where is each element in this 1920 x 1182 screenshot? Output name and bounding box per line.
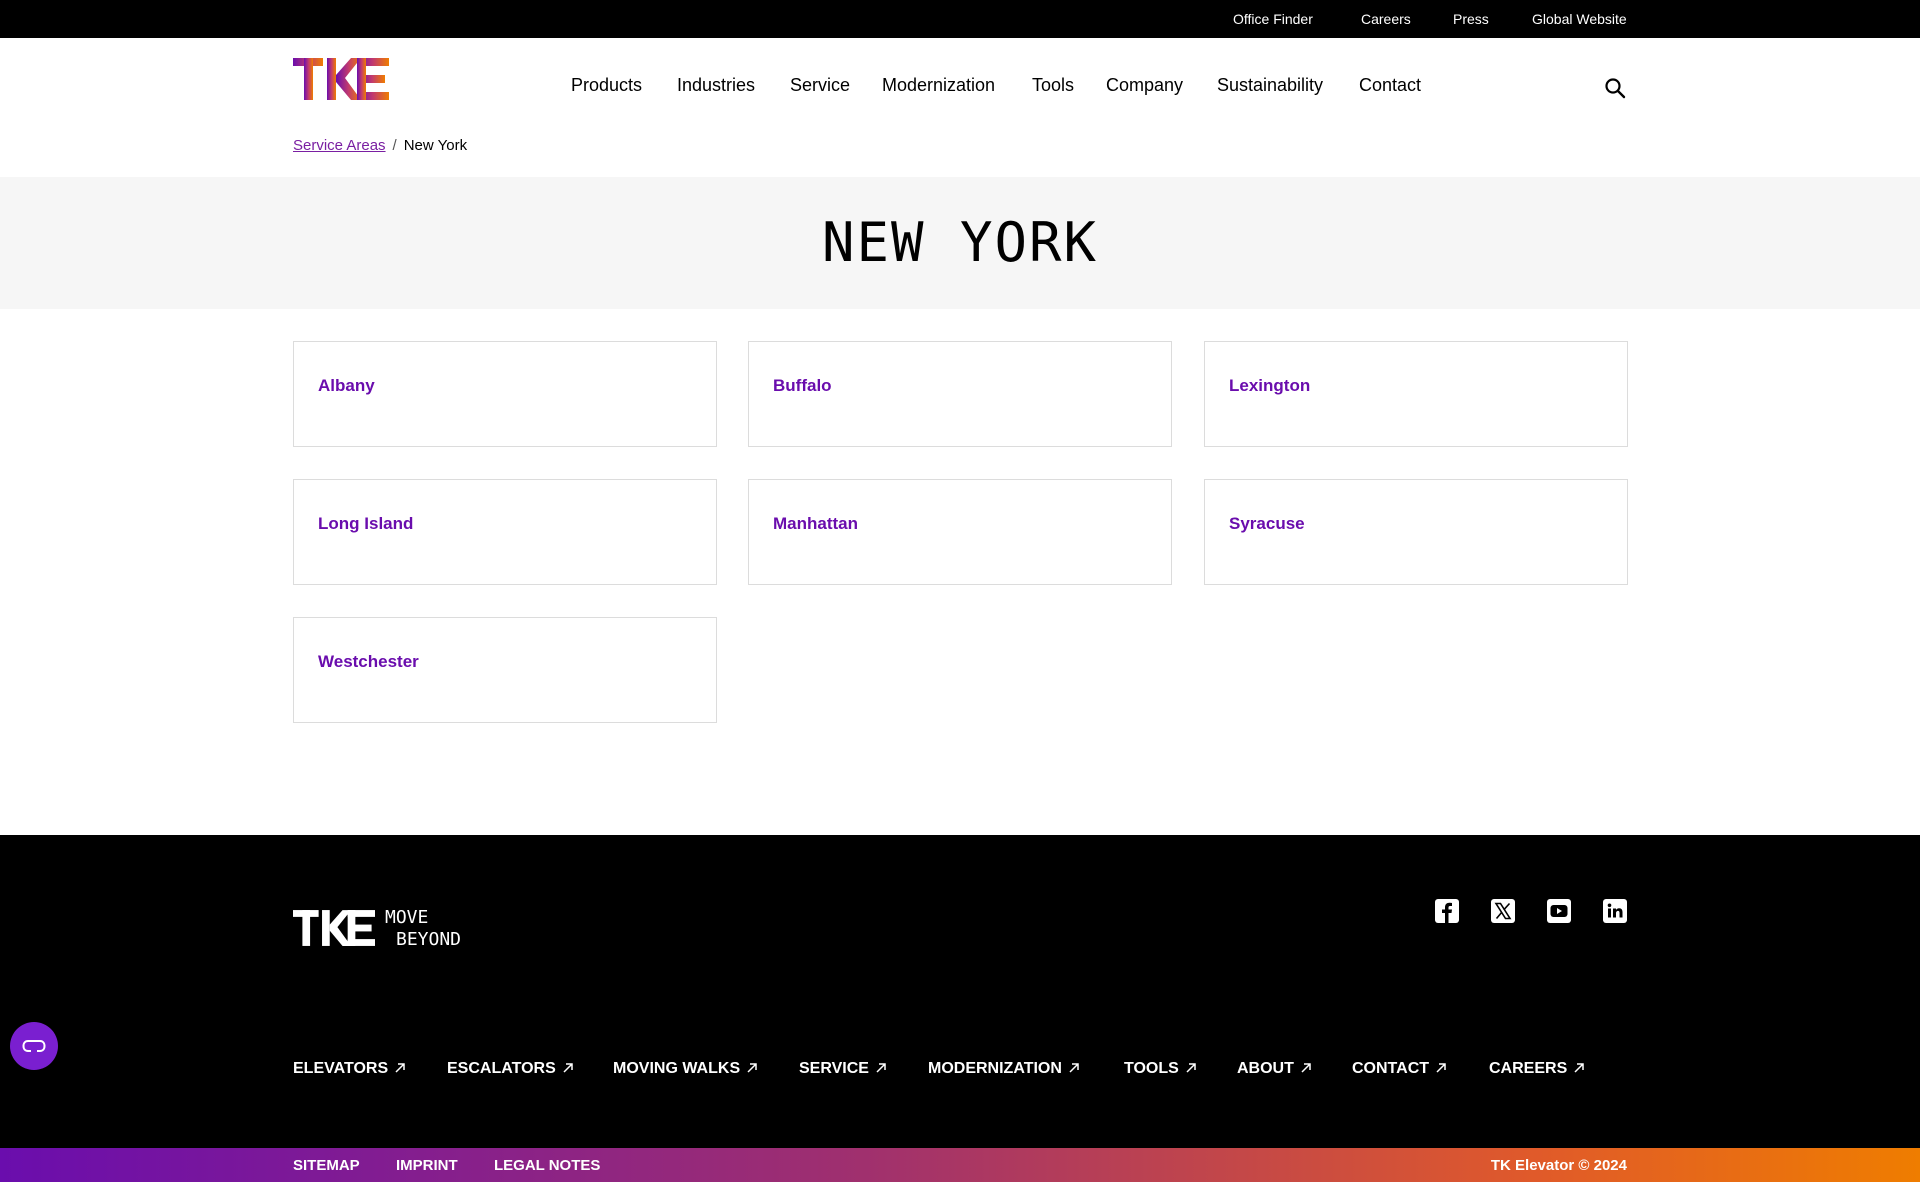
footer-link-modernization[interactable]: MODERNIZATION (928, 1060, 1080, 1078)
press-link[interactable]: Press (1453, 11, 1489, 27)
nav-sustainability[interactable]: Sustainability (1217, 75, 1323, 96)
breadcrumb: Service Areas / New York (293, 137, 467, 154)
area-card-long-island[interactable]: Long Island (293, 479, 717, 585)
arrow-up-right-icon (1301, 1063, 1311, 1073)
site-footer (0, 835, 1920, 1148)
area-card-label: Long Island (318, 514, 414, 533)
area-card-syracuse[interactable]: Syracuse (1204, 479, 1628, 585)
legal-bar: SITEMAP IMPRINT LEGAL NOTES TK Elevator … (0, 1148, 1920, 1182)
breadcrumb-service-areas[interactable]: Service Areas (293, 137, 386, 154)
footer-tke-logo[interactable] (293, 910, 375, 946)
footer-link-contact[interactable]: CONTACT (1352, 1060, 1447, 1078)
nav-products[interactable]: Products (571, 75, 642, 96)
search-icon[interactable] (1604, 77, 1626, 99)
breadcrumb-current: New York (403, 137, 468, 154)
footer-link-escalators[interactable]: ESCALATORS (447, 1060, 574, 1078)
footer-link-label: TOOLS (1124, 1060, 1179, 1077)
area-card-buffalo[interactable]: Buffalo (748, 341, 1172, 447)
arrow-up-right-icon (563, 1063, 573, 1073)
accessibility-button[interactable] (10, 1022, 58, 1070)
arrow-up-right-icon (395, 1063, 405, 1073)
footer-link-label: SERVICE (799, 1060, 869, 1077)
tagline-line-2: BEYOND (396, 929, 462, 950)
nav-service[interactable]: Service (790, 75, 850, 96)
arrow-up-right-icon (1069, 1063, 1079, 1073)
utility-bar: Office Finder Careers Press Global Websi… (0, 0, 1920, 38)
arrow-up-right-icon (747, 1063, 757, 1073)
arrow-up-right-icon (1436, 1063, 1446, 1073)
accessibility-icon (22, 1040, 46, 1052)
global-website-link[interactable]: Global Website (1532, 11, 1627, 27)
footer-link-about[interactable]: ABOUT (1237, 1060, 1312, 1078)
tagline-line-1: MOVE (385, 907, 429, 928)
youtube-icon[interactable] (1546, 898, 1572, 924)
footer-link-label: MODERNIZATION (928, 1060, 1062, 1077)
nav-industries[interactable]: Industries (677, 75, 755, 96)
area-card-label: Manhattan (773, 514, 858, 533)
tke-logo[interactable] (293, 58, 389, 100)
footer-link-tools[interactable]: TOOLS (1124, 1060, 1197, 1078)
legal-notes-link[interactable]: LEGAL NOTES (494, 1157, 600, 1174)
arrow-up-right-icon (1186, 1063, 1196, 1073)
footer-tagline: MOVE BEYOND (385, 907, 461, 951)
footer-link-label: CAREERS (1489, 1060, 1568, 1077)
area-card-label: Syracuse (1229, 514, 1305, 533)
footer-link-label: ELEVATORS (293, 1060, 389, 1077)
area-card-label: Lexington (1229, 376, 1311, 395)
footer-link-elevators[interactable]: ELEVATORS (293, 1060, 406, 1078)
imprint-link[interactable]: IMPRINT (396, 1157, 458, 1174)
area-card-albany[interactable]: Albany (293, 341, 717, 447)
nav-tools[interactable]: Tools (1032, 75, 1074, 96)
footer-link-label: ESCALATORS (447, 1060, 556, 1077)
linkedin-icon[interactable] (1602, 898, 1628, 924)
area-card-label: Buffalo (773, 376, 832, 395)
footer-link-service[interactable]: SERVICE (799, 1060, 887, 1078)
arrow-up-right-icon (876, 1063, 886, 1073)
copyright-text: TK Elevator © 2024 (1490, 1157, 1627, 1174)
footer-link-careers[interactable]: CAREERS (1489, 1060, 1585, 1078)
office-finder-link[interactable]: Office Finder (1233, 11, 1313, 27)
breadcrumb-separator: / (392, 137, 397, 154)
footer-link-label: MOVING WALKS (613, 1060, 741, 1077)
page-hero: NEW YORK (0, 177, 1920, 309)
careers-link[interactable]: Careers (1361, 11, 1411, 27)
arrow-up-right-icon (1574, 1063, 1584, 1073)
area-card-manhattan[interactable]: Manhattan (748, 479, 1172, 585)
nav-modernization[interactable]: Modernization (882, 75, 995, 96)
page-title: NEW YORK (821, 211, 1099, 274)
area-card-label: Westchester (318, 652, 419, 671)
footer-link-label: ABOUT (1237, 1060, 1294, 1077)
sitemap-link[interactable]: SITEMAP (293, 1157, 360, 1174)
footer-link-moving-walks[interactable]: MOVING WALKS (613, 1060, 758, 1078)
nav-contact[interactable]: Contact (1359, 75, 1421, 96)
area-card-westchester[interactable]: Westchester (293, 617, 717, 723)
facebook-icon[interactable] (1434, 898, 1460, 924)
area-card-label: Albany (318, 376, 375, 395)
nav-company[interactable]: Company (1106, 75, 1183, 96)
x-icon[interactable] (1490, 898, 1516, 924)
footer-link-label: CONTACT (1352, 1060, 1430, 1077)
area-card-lexington[interactable]: Lexington (1204, 341, 1628, 447)
